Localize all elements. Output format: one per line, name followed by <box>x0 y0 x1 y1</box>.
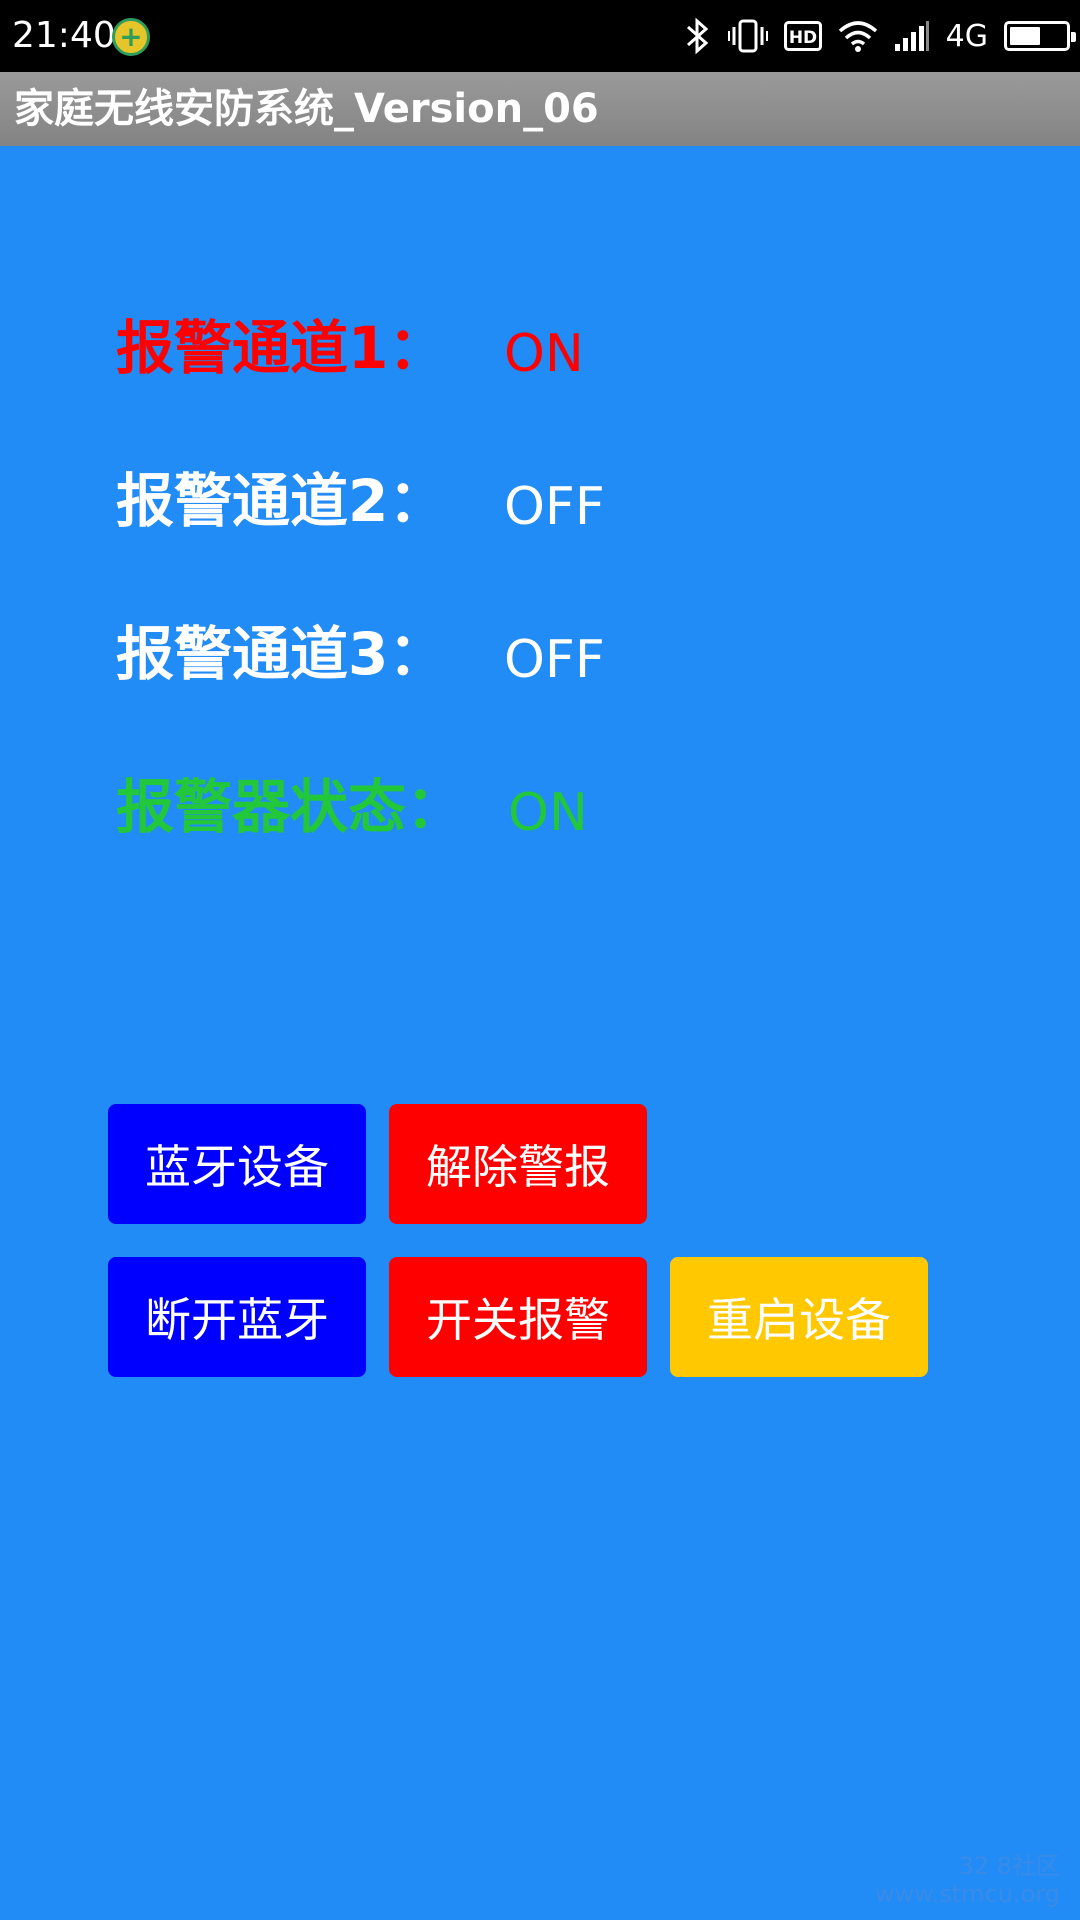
app-title-bar: 家庭无线安防系统_Version_06 <box>0 72 1080 146</box>
alarm-device-status-row: 报警器状态： ON <box>116 767 916 847</box>
bluetooth-icon <box>684 17 712 55</box>
alarm-channel-2-row: 报警通道2： OFF <box>116 461 916 541</box>
alarm-channel-1-value: ON <box>504 324 584 384</box>
alarm-channel-2-value: OFF <box>504 477 605 537</box>
battery-level <box>1010 27 1040 45</box>
signal-icon <box>894 20 930 52</box>
bluetooth-device-button[interactable]: 蓝牙设备 <box>108 1104 366 1224</box>
status-time: 21:40 <box>12 15 116 56</box>
alarm-channel-1-label: 报警通道1： <box>116 314 447 382</box>
network-type: 4G <box>945 18 988 54</box>
hd-label: HD <box>788 28 816 48</box>
watermark-line-2: www.stmcu.org <box>874 1880 1060 1908</box>
watermark-line-1: 32 8社区 <box>958 1852 1060 1880</box>
toggle-alarm-button[interactable]: 开关报警 <box>389 1257 647 1377</box>
vibrate-icon <box>727 17 768 55</box>
app-title: 家庭无线安防系统_Version_06 <box>14 86 599 132</box>
status-bar: 21:40 + HD 4G <box>0 0 1080 72</box>
status-icons: HD 4G <box>684 0 1076 72</box>
alarm-device-status-value: ON <box>508 783 588 843</box>
wifi-icon <box>838 19 878 53</box>
alarm-device-status-label: 报警器状态： <box>116 773 465 841</box>
alarm-channel-3-row: 报警通道3： OFF <box>116 614 916 694</box>
alarm-channel-1-row: 报警通道1： ON <box>116 308 916 388</box>
hd-icon: HD <box>783 21 822 51</box>
restart-device-button[interactable]: 重启设备 <box>670 1257 928 1377</box>
app-notification-icon: + <box>112 18 150 56</box>
clear-alarm-button[interactable]: 解除警报 <box>389 1104 647 1224</box>
battery-icon <box>1004 21 1076 51</box>
alarm-channel-2-label: 报警通道2： <box>116 467 447 535</box>
watermark: 32 8社区 www.stmcu.org <box>875 1852 1060 1908</box>
alarm-channel-3-label: 报警通道3： <box>116 620 447 688</box>
disconnect-bluetooth-button[interactable]: 断开蓝牙 <box>108 1257 366 1377</box>
alarm-channel-3-value: OFF <box>504 630 605 690</box>
